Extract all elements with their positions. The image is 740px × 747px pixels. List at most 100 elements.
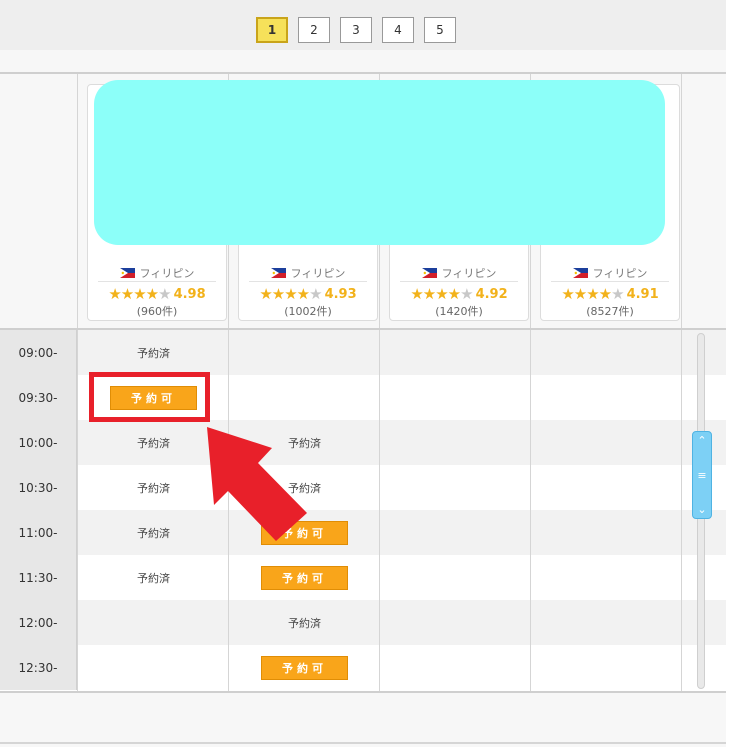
slot-cell bbox=[380, 420, 531, 465]
column-divider bbox=[681, 74, 682, 328]
country-label: フィリピン bbox=[592, 267, 648, 280]
review-count: (960件) bbox=[136, 305, 178, 318]
slot-cell: 予約可 bbox=[229, 555, 380, 600]
slot-cell bbox=[531, 465, 682, 510]
chevron-up-icon[interactable]: ⌃ bbox=[697, 434, 706, 447]
rating-score: 4.91 bbox=[626, 286, 659, 302]
slot-cell bbox=[531, 375, 682, 420]
review-count: (8527件) bbox=[586, 305, 634, 318]
slot-cell bbox=[380, 645, 531, 690]
stars-full: ★★★★ bbox=[410, 285, 461, 303]
slot-cell bbox=[380, 330, 531, 375]
slot-cell: 予約済 bbox=[78, 510, 229, 555]
stars-full: ★★★★ bbox=[259, 285, 310, 303]
slot-cell bbox=[229, 330, 380, 375]
book-button[interactable]: 予約可 bbox=[261, 655, 348, 680]
footer-spacer bbox=[0, 693, 726, 747]
rating-score: 4.98 bbox=[173, 286, 206, 302]
booked-label: 予約済 bbox=[137, 481, 170, 495]
slot-cell: 予約可 bbox=[229, 510, 380, 555]
booked-label: 予約済 bbox=[137, 346, 170, 360]
slot-cell bbox=[380, 555, 531, 600]
slot-cell bbox=[531, 600, 682, 645]
booked-label: 予約済 bbox=[137, 526, 170, 540]
card-divider bbox=[551, 281, 669, 282]
slot-cell bbox=[531, 510, 682, 555]
slot-cell bbox=[531, 555, 682, 600]
scrollbar-thumb[interactable]: ⌃ ≡ ⌄ bbox=[692, 431, 712, 519]
slot-cell: 予約済 bbox=[78, 465, 229, 510]
teacher-country: フィリピン bbox=[88, 265, 226, 281]
rating-score: 4.93 bbox=[324, 286, 357, 302]
slot-cell: 予約済 bbox=[229, 600, 380, 645]
page-button-3[interactable]: 3 bbox=[340, 17, 372, 43]
grid-column-line bbox=[681, 330, 682, 692]
page-button-1[interactable]: 1 bbox=[256, 17, 288, 43]
booked-label: 予約済 bbox=[288, 616, 321, 630]
slot-cell: 予約済 bbox=[78, 555, 229, 600]
slot-cell: 予約済 bbox=[78, 330, 229, 375]
card-divider bbox=[249, 281, 367, 282]
chevron-down-icon[interactable]: ⌄ bbox=[697, 503, 706, 516]
window-edge bbox=[726, 0, 740, 747]
card-divider bbox=[400, 281, 518, 282]
highlight-box bbox=[89, 372, 210, 422]
rating: ★★★★★ 4.92 bbox=[390, 285, 528, 303]
schedule-row: 09:00- 予約済 bbox=[0, 330, 726, 375]
time-label: 10:00- bbox=[0, 420, 77, 465]
country-label: フィリピン bbox=[290, 267, 346, 280]
grid-column-line bbox=[530, 330, 531, 692]
slot-cell bbox=[380, 510, 531, 555]
schedule-row: 10:30- 予約済 予約済 bbox=[0, 465, 726, 510]
pagination-bar: 12345 bbox=[0, 0, 726, 50]
stars-full: ★★★★ bbox=[108, 285, 159, 303]
country-label: フィリピン bbox=[441, 267, 497, 280]
grid-column-line bbox=[77, 330, 78, 692]
slot-cell bbox=[229, 375, 380, 420]
review-count: (1420件) bbox=[435, 305, 483, 318]
schedule-row: 12:30- 予約可 bbox=[0, 645, 726, 690]
rating: ★★★★★ 4.91 bbox=[541, 285, 679, 303]
slot-cell bbox=[531, 645, 682, 690]
time-label: 11:00- bbox=[0, 510, 77, 555]
schedule-row: 10:00- 予約済 予約済 bbox=[0, 420, 726, 465]
philippines-flag-icon bbox=[270, 268, 286, 278]
slot-cell bbox=[380, 375, 531, 420]
review-count: (1002件) bbox=[284, 305, 332, 318]
philippines-flag-icon bbox=[572, 268, 588, 278]
page-button-4[interactable]: 4 bbox=[382, 17, 414, 43]
footer-divider bbox=[0, 742, 726, 744]
slot-cell bbox=[531, 330, 682, 375]
grid-column-line bbox=[228, 330, 229, 692]
rating: ★★★★★ 4.93 bbox=[239, 285, 377, 303]
slot-cell bbox=[531, 420, 682, 465]
time-label: 11:30- bbox=[0, 555, 77, 600]
slot-cell: 予約可 bbox=[229, 645, 380, 690]
card-divider bbox=[98, 281, 216, 282]
slot-cell: 予約済 bbox=[229, 420, 380, 465]
booked-label: 予約済 bbox=[137, 571, 170, 585]
star-rating-icon: ★★★★★ bbox=[410, 285, 473, 303]
booked-label: 予約済 bbox=[137, 436, 170, 450]
teacher-photos-mask bbox=[94, 80, 665, 245]
spacer bbox=[0, 50, 726, 72]
book-button[interactable]: 予約可 bbox=[261, 565, 348, 590]
star-half: ★ bbox=[158, 285, 171, 303]
book-button[interactable]: 予約可 bbox=[261, 520, 348, 545]
menu-grip-icon: ≡ bbox=[697, 468, 707, 482]
page-button-2[interactable]: 2 bbox=[298, 17, 330, 43]
country-label: フィリピン bbox=[139, 267, 195, 280]
teacher-country: フィリピン bbox=[239, 265, 377, 281]
teacher-country: フィリピン bbox=[390, 265, 528, 281]
booked-label: 予約済 bbox=[288, 436, 321, 450]
slot-cell bbox=[380, 600, 531, 645]
slot-cell: 予約済 bbox=[229, 465, 380, 510]
page-button-5[interactable]: 5 bbox=[424, 17, 456, 43]
star-half: ★ bbox=[309, 285, 322, 303]
stars-full: ★★★★ bbox=[561, 285, 612, 303]
schedule-row: 11:30- 予約済 予約可 bbox=[0, 555, 726, 600]
column-divider bbox=[77, 74, 78, 328]
time-label: 12:00- bbox=[0, 600, 77, 645]
booked-label: 予約済 bbox=[288, 481, 321, 495]
schedule-row: 12:00- 予約済 bbox=[0, 600, 726, 645]
